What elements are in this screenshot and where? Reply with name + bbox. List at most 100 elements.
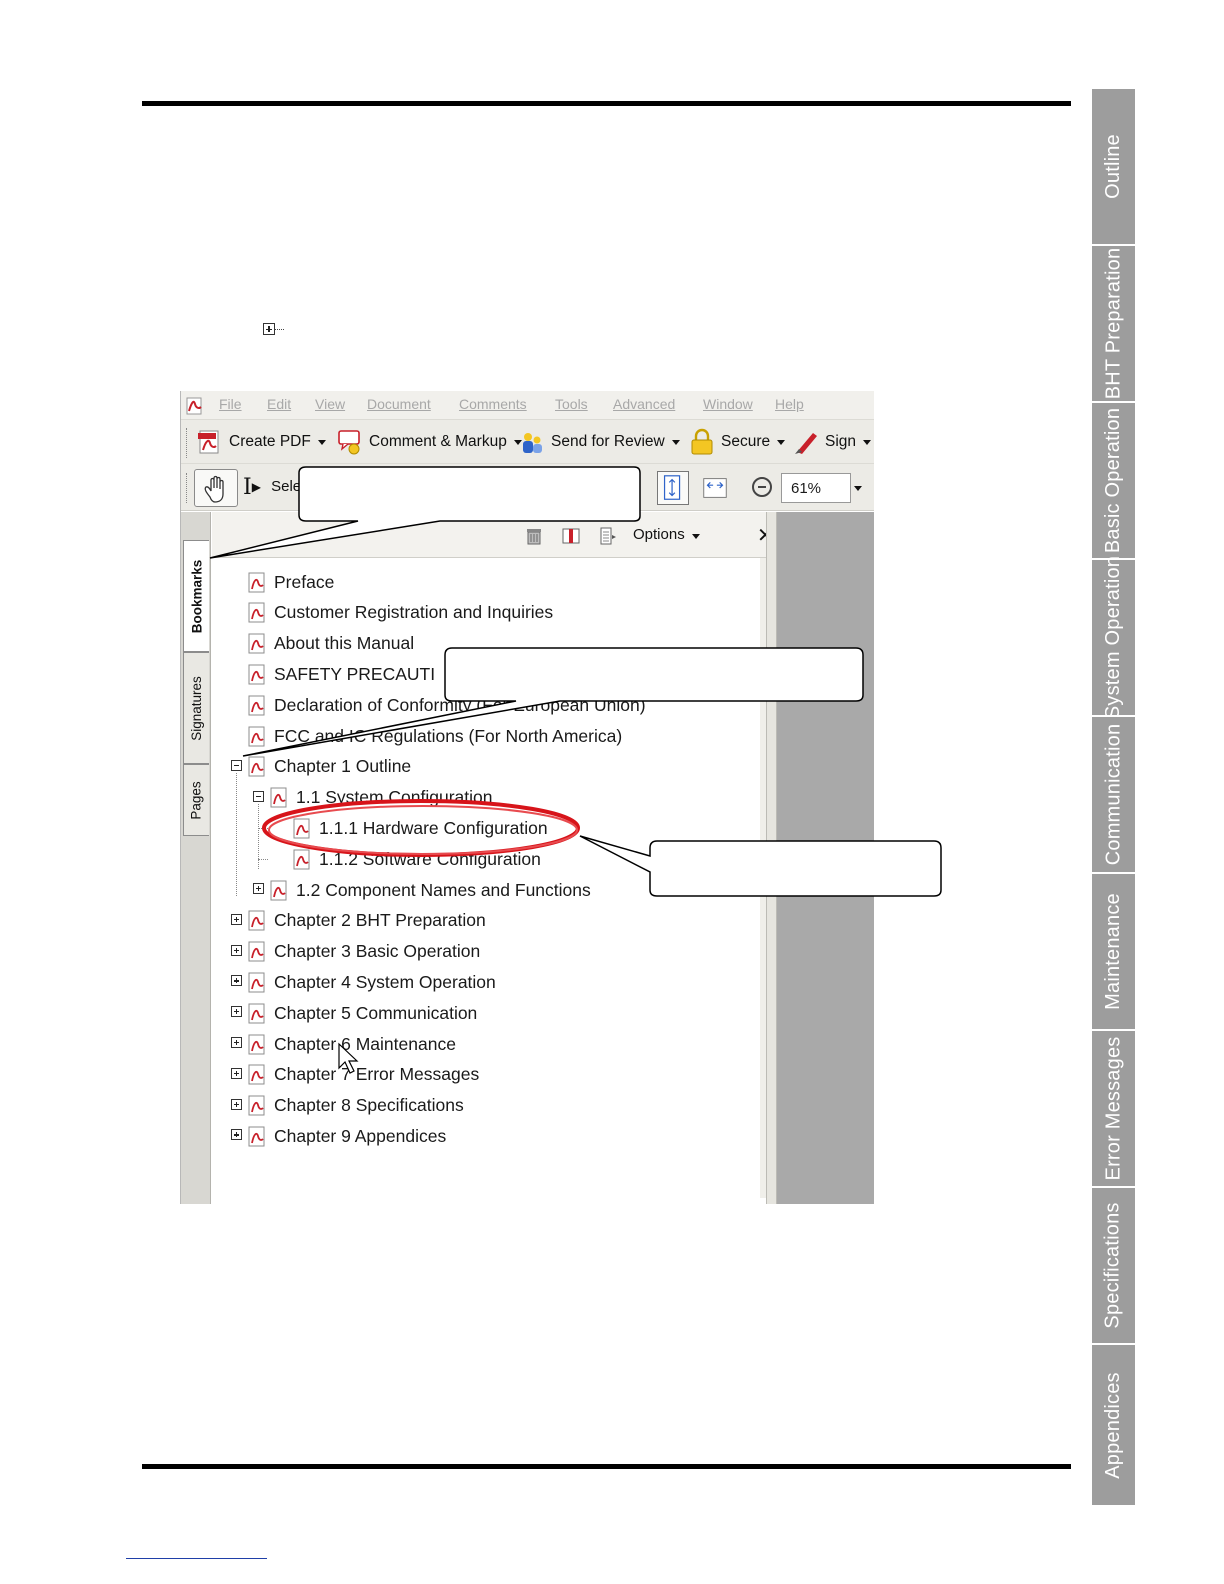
send-for-review-button[interactable]: Send for Review: [519, 428, 680, 456]
reader-screenshot: File Edit View Document Comments Tools A…: [180, 391, 874, 1204]
header-rule: [142, 101, 1071, 106]
side-tab-appendices[interactable]: Appendices: [1092, 1345, 1135, 1505]
menu-window[interactable]: Window: [703, 396, 753, 412]
menu-help[interactable]: Help: [775, 396, 804, 412]
bookmark-chapter-9-appendices[interactable]: Chapter 9 Appendices: [247, 1122, 446, 1150]
collapse-toggle-icon[interactable]: [231, 759, 242, 771]
bookmark-1-2-component-names-and-functions[interactable]: 1.2 Component Names and Functions: [269, 876, 591, 904]
expand-plus-icon: [263, 323, 285, 337]
bookmark-chapter-8-specifications[interactable]: Chapter 8 Specifications: [247, 1092, 464, 1120]
secure-button[interactable]: Secure: [689, 428, 786, 456]
zoom-dropdown-caret-icon[interactable]: [854, 486, 862, 491]
tree-connector-line: [258, 828, 268, 830]
zoom-level-field[interactable]: 61%: [781, 473, 851, 503]
toolbar-grip-2[interactable]: [186, 473, 189, 503]
pdf-bookmark-icon: [248, 726, 265, 746]
expand-toggle-icon[interactable]: [231, 1067, 242, 1079]
new-bookmark-icon[interactable]: [562, 527, 580, 545]
footer-link-underline[interactable]: [126, 1558, 267, 1559]
bookmark-about-this-manual[interactable]: About this Manual: [247, 630, 414, 658]
options-caret-icon: [691, 534, 700, 539]
menu-advanced[interactable]: Advanced: [613, 396, 675, 412]
collapse-toggle-icon[interactable]: [253, 790, 264, 802]
expand-toggle-icon[interactable]: [231, 975, 242, 987]
side-tab-maintenance[interactable]: Maintenance: [1092, 874, 1135, 1031]
bookmark-customer-registration-and-inquiries[interactable]: Customer Registration and Inquiries: [247, 599, 553, 627]
menu-tools[interactable]: Tools: [555, 396, 588, 412]
menu-document[interactable]: Document: [367, 396, 431, 412]
text-cursor-icon: I: [243, 475, 252, 500]
side-tab-outline[interactable]: Outline: [1092, 89, 1135, 246]
expand-toggle-icon[interactable]: [231, 944, 242, 956]
side-tab-basic-operation[interactable]: Basic Operation: [1092, 403, 1135, 560]
side-tab-system-operation[interactable]: System Operation: [1092, 556, 1135, 719]
bookmark-tree: Preface Customer Registration and Inquiri…: [212, 558, 752, 1198]
bookmarks-panel: Options ✕ Preface Customer Registration a…: [212, 512, 774, 1204]
sign-button[interactable]: Sign: [793, 428, 872, 456]
side-tab-communication[interactable]: Communication: [1092, 717, 1135, 874]
bookmark-preface[interactable]: Preface: [247, 568, 334, 596]
document-view-area: [777, 512, 874, 1204]
pdf-bookmark-icon: [248, 941, 265, 962]
bookmark-chapter-5-communication[interactable]: Chapter 5 Communication: [247, 999, 477, 1027]
select-tool-button[interactable]: I▶ Sele: [243, 475, 301, 500]
bookmark-chapter-6-maintenance[interactable]: Chapter 6 Maintenance: [247, 1030, 456, 1058]
menu-file[interactable]: File: [219, 396, 242, 412]
pdf-bookmark-icon: [293, 818, 310, 839]
pdf-bookmark-icon: [270, 787, 287, 808]
bookmark-chapter-7-error-messages[interactable]: Chapter 7 Error Messages: [247, 1061, 479, 1089]
side-tab-specifications[interactable]: Specifications: [1092, 1188, 1135, 1345]
side-tab-error-messages[interactable]: Error Messages: [1092, 1031, 1135, 1188]
fit-width-button[interactable]: [699, 471, 731, 505]
tab-pages[interactable]: Pages: [183, 764, 209, 836]
pdf-bookmark-icon: [248, 664, 265, 685]
bookmark-1-1-system-configuration[interactable]: 1.1 System Configuration: [269, 784, 493, 812]
sign-caret-icon: [863, 439, 872, 445]
expand-toggle-icon[interactable]: [231, 1037, 242, 1048]
pdf-bookmark-icon: [248, 756, 265, 777]
menu-view[interactable]: View: [315, 396, 345, 412]
bookmark-chapter-1-outline[interactable]: Chapter 1 Outline: [247, 753, 411, 781]
sign-pen-icon: [795, 433, 817, 454]
expand-toggle-icon[interactable]: [231, 1006, 242, 1018]
create-pdf-button[interactable]: Create PDF: [197, 428, 326, 456]
bookmark-chapter-3-basic-operation[interactable]: Chapter 3 Basic Operation: [247, 938, 480, 966]
tab-bookmarks[interactable]: Bookmarks: [183, 540, 209, 652]
toolbar-grip[interactable]: [186, 428, 189, 458]
footer-rule: [142, 1464, 1071, 1469]
fit-page-button[interactable]: [657, 471, 689, 505]
create-pdf-icon: [198, 430, 219, 454]
tab-signatures[interactable]: Signatures: [183, 652, 209, 764]
menu-edit[interactable]: Edit: [267, 396, 291, 412]
expand-toggle-icon[interactable]: [231, 1129, 242, 1141]
options-menu[interactable]: Options: [633, 526, 700, 543]
comment-markup-icon: [338, 430, 360, 455]
bookmark-1-1-2-software-configuration[interactable]: 1.1.2 Software Configuration: [292, 845, 541, 873]
expand-toggle-icon[interactable]: [231, 913, 242, 925]
tree-connector-line: [236, 772, 237, 896]
panel-splitter[interactable]: [766, 512, 777, 1204]
comment-markup-button[interactable]: Comment & Markup: [337, 428, 522, 456]
bookmark-chapter-4-system-operation[interactable]: Chapter 4 System Operation: [247, 968, 496, 996]
small-arrow-icon: ▶: [251, 480, 261, 494]
secure-caret-icon: [777, 439, 786, 445]
bookmark-safety-precauti[interactable]: SAFETY PRECAUTI: [247, 660, 435, 688]
lock-icon: [691, 428, 713, 455]
hand-tool-button[interactable]: [194, 469, 238, 507]
side-tab-bht-preparation[interactable]: BHT Preparation: [1092, 246, 1135, 403]
pdf-bookmark-icon: [248, 910, 265, 931]
expand-toggle-icon[interactable]: [231, 1098, 242, 1110]
expand-toggle-icon[interactable]: [253, 883, 264, 894]
bookmarks-panel-header: Options ✕: [212, 512, 774, 558]
bookmark-fcc-and-ic-regulations-for-north-america[interactable]: FCC and IC Regulations (For North Americ…: [247, 722, 622, 750]
pdf-bookmark-icon: [270, 880, 287, 900]
bookmark-1-1-1-hardware-configuration[interactable]: 1.1.1 Hardware Configuration: [292, 814, 548, 842]
menu-comments[interactable]: Comments: [459, 396, 527, 412]
bookmark-chapter-2-bht-preparation[interactable]: Chapter 2 BHT Preparation: [247, 907, 486, 935]
expand-bookmark-icon[interactable]: [599, 527, 617, 545]
create-pdf-caret-icon: [317, 439, 326, 445]
delete-bookmark-icon[interactable]: [525, 527, 543, 545]
bookmark-declaration-of-conformity-for-european-union[interactable]: Declaration of Conformity (For European …: [247, 691, 646, 719]
zoom-out-icon[interactable]: [752, 477, 772, 497]
send-for-review-icon: [523, 433, 542, 453]
